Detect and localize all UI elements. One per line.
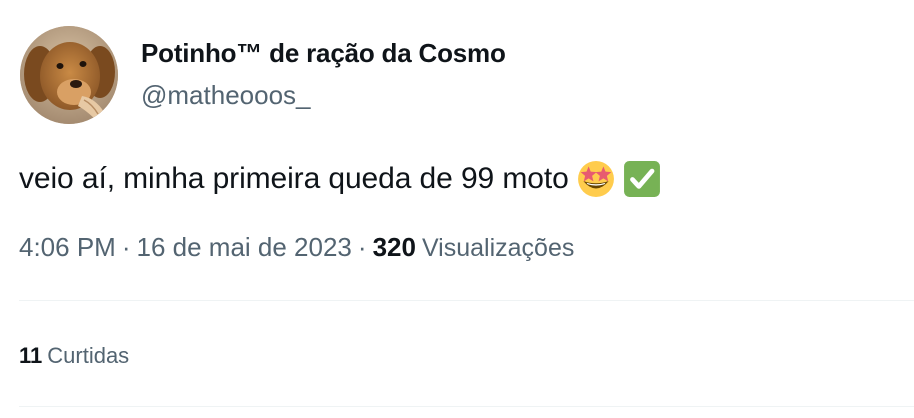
likes-count: 11 (19, 343, 43, 368)
meta-separator: · (121, 232, 131, 262)
views-count: 320 (372, 232, 416, 262)
tweet-meta: 4:06 PM · 16 de mai de 2023 · 320 Visualizaçõ… (19, 232, 574, 263)
tweet-body: veio aí, minha primeira queda de 99 moto (19, 160, 661, 198)
meta-separator: · (357, 232, 367, 262)
tweet-text: veio aí, minha primeira queda de 99 moto (19, 162, 569, 195)
divider (19, 406, 914, 407)
likes-link[interactable]: 11 Curtidas (19, 343, 129, 369)
author-handle[interactable]: @matheooos_ (141, 80, 311, 111)
views-link[interactable]: 320 Visualizações (373, 232, 575, 262)
tweet-detail: Potinho™ de ração da Cosmo @matheooos_ v… (0, 0, 914, 418)
author-display-name[interactable]: Potinho™ de ração da Cosmo (141, 38, 506, 69)
tweet-timestamp-link[interactable]: 4:06 PM · 16 de mai de 2023 (19, 232, 352, 262)
check-mark-button-emoji-icon (623, 160, 661, 198)
dog-avatar-image (20, 26, 118, 124)
author-avatar[interactable] (20, 26, 118, 124)
tweet-date: 16 de mai de 2023 (136, 232, 352, 262)
views-label: Visualizações (421, 234, 575, 262)
tweet-time: 4:06 PM (19, 232, 116, 262)
star-struck-emoji-icon (577, 160, 615, 198)
divider (19, 300, 914, 301)
likes-label: Curtidas (47, 343, 130, 368)
